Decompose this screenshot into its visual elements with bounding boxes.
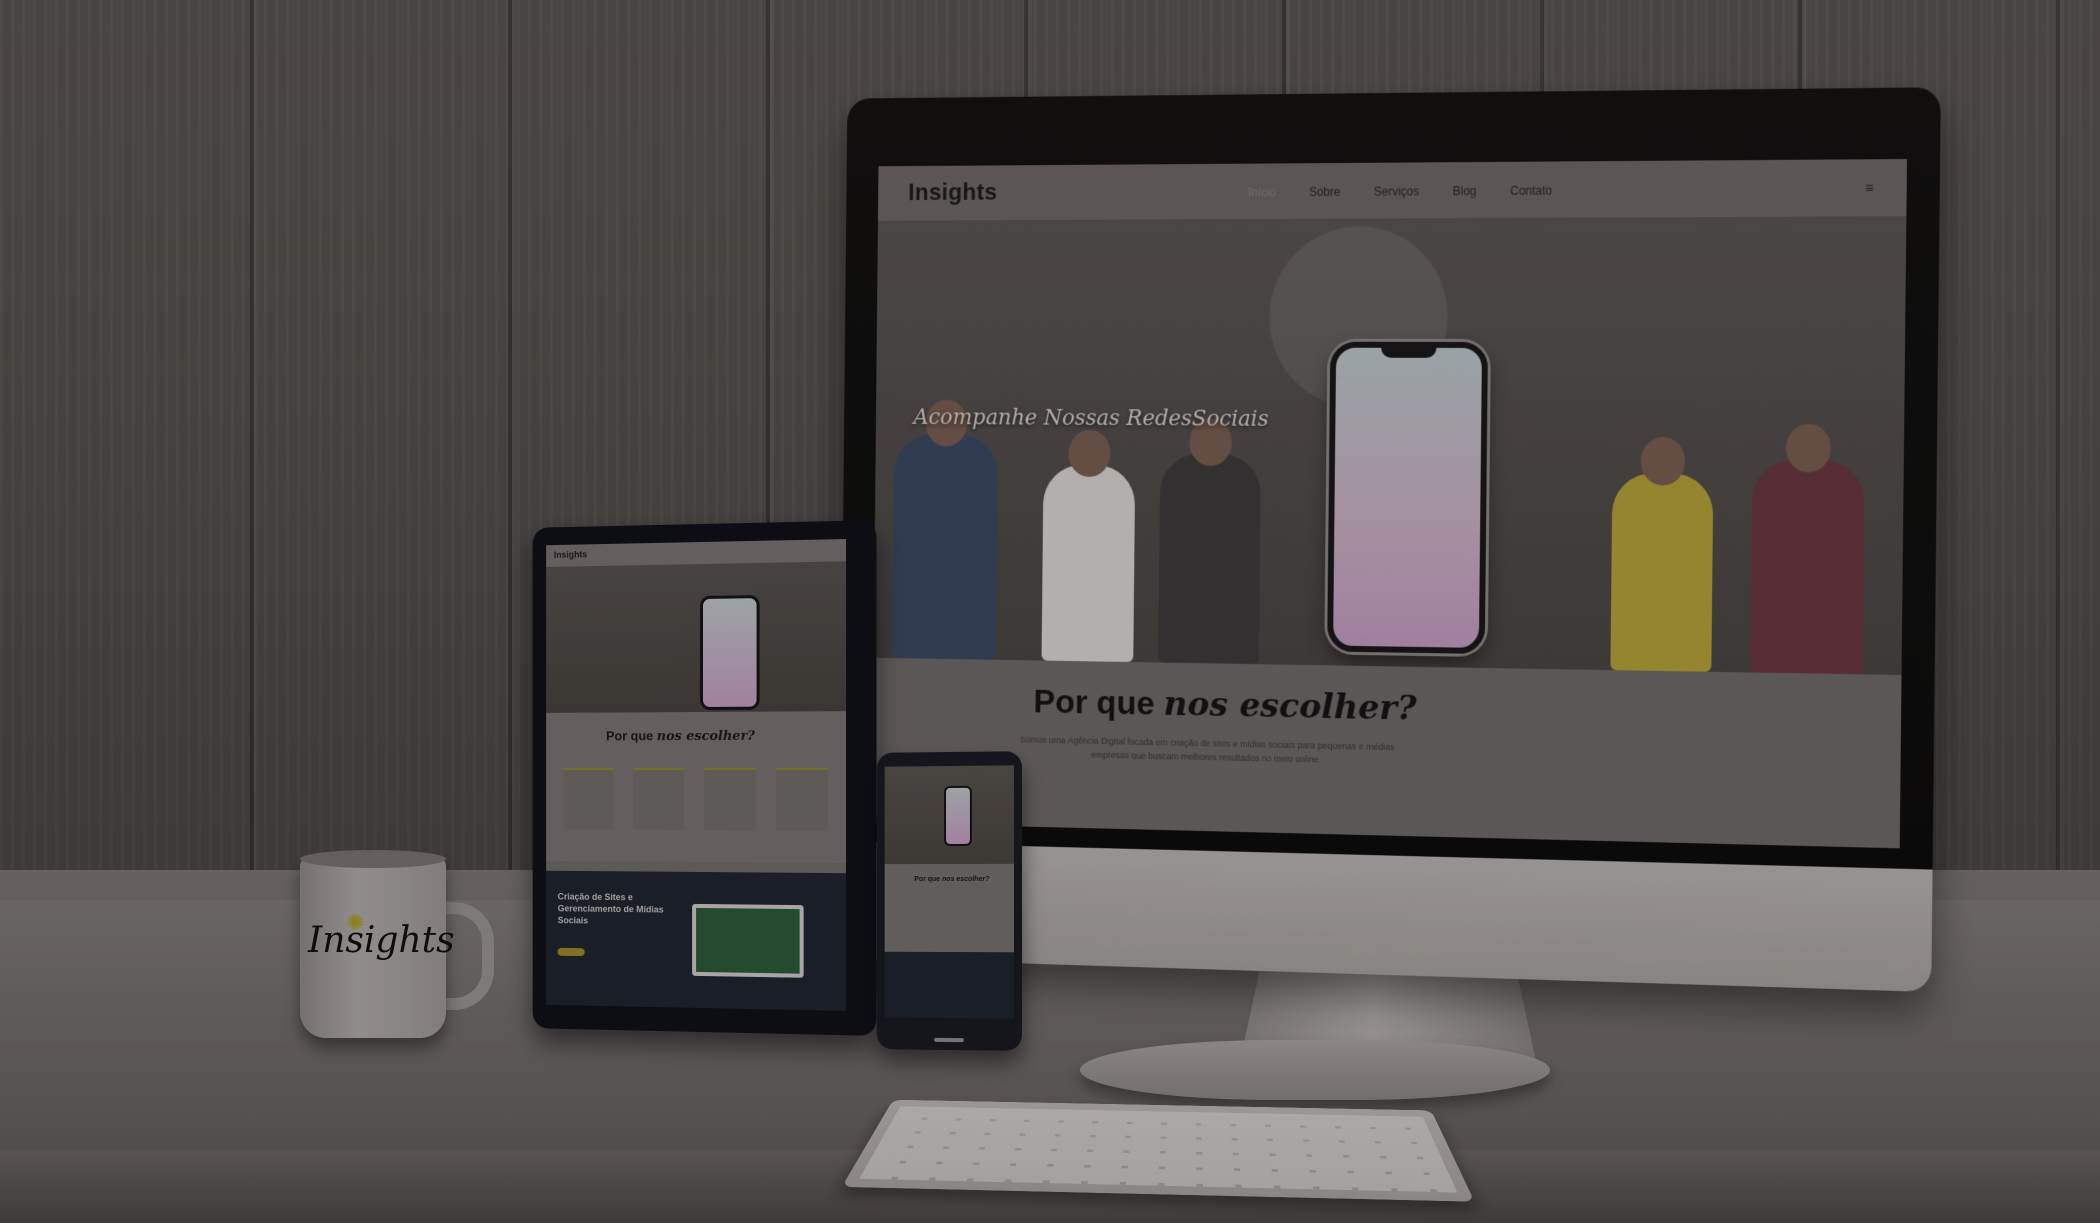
hamburger-menu-icon[interactable]: ≡ — [1865, 180, 1874, 196]
menu-item-servicos[interactable]: Serviços — [1374, 184, 1419, 198]
tablet-why-title: Por que nos escolher? — [606, 728, 755, 745]
tablet-why-section: Por que nos escolher? — [546, 711, 847, 864]
tablet-cta-button[interactable] — [557, 947, 585, 957]
phone-services-section — [884, 951, 1014, 1019]
tablet-services-title: Criação de Sites e Gerenciamento de Mídi… — [557, 891, 664, 926]
hero-title: Acompanhe Nossas RedesSociais — [913, 405, 1269, 432]
keyboard-keys — [859, 1106, 1458, 1193]
tablet-why-title-italic: nos escolher? — [656, 728, 755, 745]
why-description: Somos uma Agência Digital focada em cria… — [1019, 734, 1395, 765]
why-section: Por que nos escolher? Somos uma Agência … — [871, 657, 1902, 849]
tablet-feature-card — [703, 767, 756, 831]
menu-item-inicio[interactable]: Início — [1248, 185, 1276, 199]
hero-person-2 — [1041, 429, 1136, 663]
coffee-mug: ✺ Insights — [300, 850, 455, 1038]
wireless-keyboard — [841, 1099, 1475, 1202]
phone-why-title-italic: nos escolher? — [942, 875, 990, 884]
smartphone-screen: Por que nos escolher? — [884, 765, 1014, 1019]
why-title-plain: Por que — [1033, 682, 1164, 723]
site-menu: Início Sobre Serviços Blog Contato — [1248, 184, 1552, 200]
menu-item-blog[interactable]: Blog — [1453, 184, 1477, 198]
tablet-feature-card — [633, 768, 685, 830]
phone-why-title: Por que nos escolher? — [914, 876, 989, 883]
tablet-device: Insights Por que nos escolher? Criação d… — [532, 520, 877, 1036]
tablet-hero-phone — [700, 595, 760, 711]
phone-why-title-plain: Por que — [914, 876, 943, 884]
site-logo[interactable]: Insights — [908, 179, 997, 207]
hero-banner: Acompanhe Nossas RedesSociais — [873, 216, 1907, 676]
hero-person-4 — [1610, 436, 1714, 672]
tablet-feature-card — [563, 768, 614, 830]
phone-hero — [884, 765, 1014, 865]
tablet-laptop-image — [692, 903, 804, 978]
phone-hero-mockup — [944, 785, 972, 847]
smartphone-device: Por que nos escolher? — [876, 751, 1022, 1051]
tablet-services-section: Criação de Sites e Gerenciamento de Mídi… — [546, 870, 847, 1011]
tablet-hero — [546, 561, 847, 713]
phone-home-indicator — [934, 1037, 964, 1043]
menu-item-contato[interactable]: Contato — [1510, 184, 1552, 198]
tablet-screen: Insights Por que nos escolher? Criação d… — [546, 539, 847, 1011]
hero-person-1 — [892, 399, 999, 660]
tablet-site-logo[interactable]: Insights — [554, 549, 587, 560]
monitor-stand-base — [1080, 1040, 1550, 1100]
site-header: Insights Início Sobre Serviços Blog Cont… — [877, 158, 1908, 222]
phone-notch — [1381, 345, 1437, 358]
menu-item-sobre[interactable]: Sobre — [1309, 185, 1340, 199]
mug-logo: Insights — [308, 920, 455, 961]
mug-rim — [300, 850, 446, 868]
monitor-screen: Insights Início Sobre Serviços Blog Cont… — [871, 158, 1908, 849]
tablet-why-title-plain: Por que — [606, 728, 657, 744]
why-title: Por que nos escolher? — [1033, 682, 1416, 729]
hero-person-5 — [1749, 423, 1865, 675]
tablet-feature-card — [775, 767, 828, 831]
tablet-feature-columns — [563, 767, 828, 831]
why-title-italic: nos escolher? — [1163, 684, 1417, 729]
workspace-scene: Insights Início Sobre Serviços Blog Cont… — [0, 0, 2100, 1223]
hero-person-3 — [1158, 418, 1261, 665]
hero-phone-mockup — [1327, 341, 1489, 654]
